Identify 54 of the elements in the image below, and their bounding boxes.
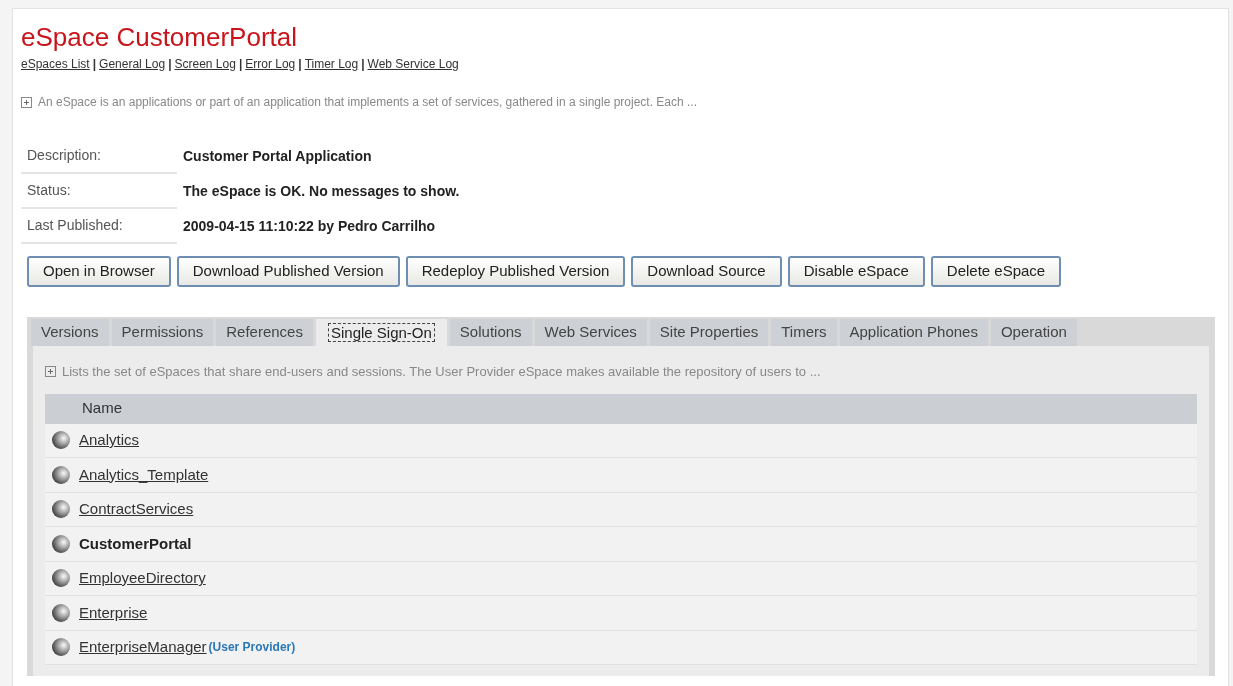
tab[interactable]: Timers	[771, 319, 837, 346]
action-button[interactable]: Download Published Version	[176, 256, 400, 287]
tab[interactable]: Solutions	[449, 319, 532, 346]
nav-separator: |	[361, 56, 365, 73]
espace-link[interactable]: EnterpriseManager	[79, 636, 207, 659]
tab[interactable]: Operation	[990, 319, 1077, 346]
espace-link[interactable]: Analytics_Template	[79, 463, 209, 486]
sphere-icon	[51, 637, 71, 658]
action-button[interactable]: Download Source	[631, 256, 782, 287]
action-button[interactable]: Disable eSpace	[787, 256, 925, 287]
nav-link[interactable]: General Log	[99, 55, 166, 73]
espace-link[interactable]: EmployeeDirectory	[79, 567, 206, 590]
nav-link[interactable]: Error Log	[245, 55, 296, 73]
nav-link[interactable]: eSpaces List	[21, 55, 90, 73]
tab[interactable]: Application Phones	[839, 319, 988, 346]
nav-link[interactable]: Timer Log	[304, 55, 359, 73]
sphere-icon	[51, 533, 71, 554]
tab[interactable]: Web Services	[534, 319, 647, 346]
panel-description: Lists the set of eSpaces that share end-users and sessions. The User Provider eSpace makes available the repository of users to ...	[62, 363, 821, 381]
expand-icon[interactable]	[21, 96, 32, 108]
action-button[interactable]: Delete eSpace	[930, 256, 1062, 287]
sphere-icon	[51, 568, 71, 589]
sphere-icon	[51, 499, 71, 520]
espace-link[interactable]: Enterprise	[79, 601, 148, 624]
tab[interactable]: Site Properties	[649, 319, 769, 346]
tab[interactable]: References	[216, 319, 313, 346]
current-espace: CustomerPortal	[79, 533, 192, 554]
nav-separator: |	[168, 56, 172, 73]
detail-value: 2009-04-15 11:10:22 by Pedro Carrilho	[183, 217, 436, 236]
column-header: Name	[82, 398, 122, 419]
sphere-icon	[51, 430, 71, 451]
nav-link[interactable]: Web Service Log	[367, 55, 459, 73]
detail-value: Customer Portal Application	[183, 147, 372, 166]
detail-value: The eSpace is OK. No messages to show.	[183, 182, 460, 201]
nav-separator: |	[92, 56, 97, 73]
user-provider-tag: (User Provider)	[208, 638, 296, 657]
expand-icon[interactable]	[45, 366, 56, 378]
detail-label: Description:	[21, 139, 177, 174]
tab[interactable]: Versions	[31, 319, 109, 346]
nav-separator: |	[238, 56, 243, 73]
nav-link[interactable]: Screen Log	[174, 55, 236, 73]
detail-label: Last Published:	[21, 209, 177, 244]
espace-description: An eSpace is an applications or part of an application that implements a set of services, gathered in a single project. Each ...	[38, 94, 698, 111]
detail-label: Status:	[21, 174, 177, 209]
action-button[interactable]: Redeploy Published Version	[405, 256, 626, 287]
tab[interactable]: Permissions	[111, 319, 214, 346]
action-button[interactable]: Open in Browser	[27, 256, 171, 287]
sphere-icon	[51, 464, 71, 485]
sphere-icon	[51, 602, 71, 623]
page-title: eSpace CustomerPortal	[21, 21, 299, 53]
espace-link[interactable]: ContractServices	[79, 498, 194, 521]
tab[interactable]: Single Sign-On	[315, 319, 447, 347]
nav-separator: |	[298, 56, 302, 73]
espace-link[interactable]: Analytics	[79, 429, 140, 452]
